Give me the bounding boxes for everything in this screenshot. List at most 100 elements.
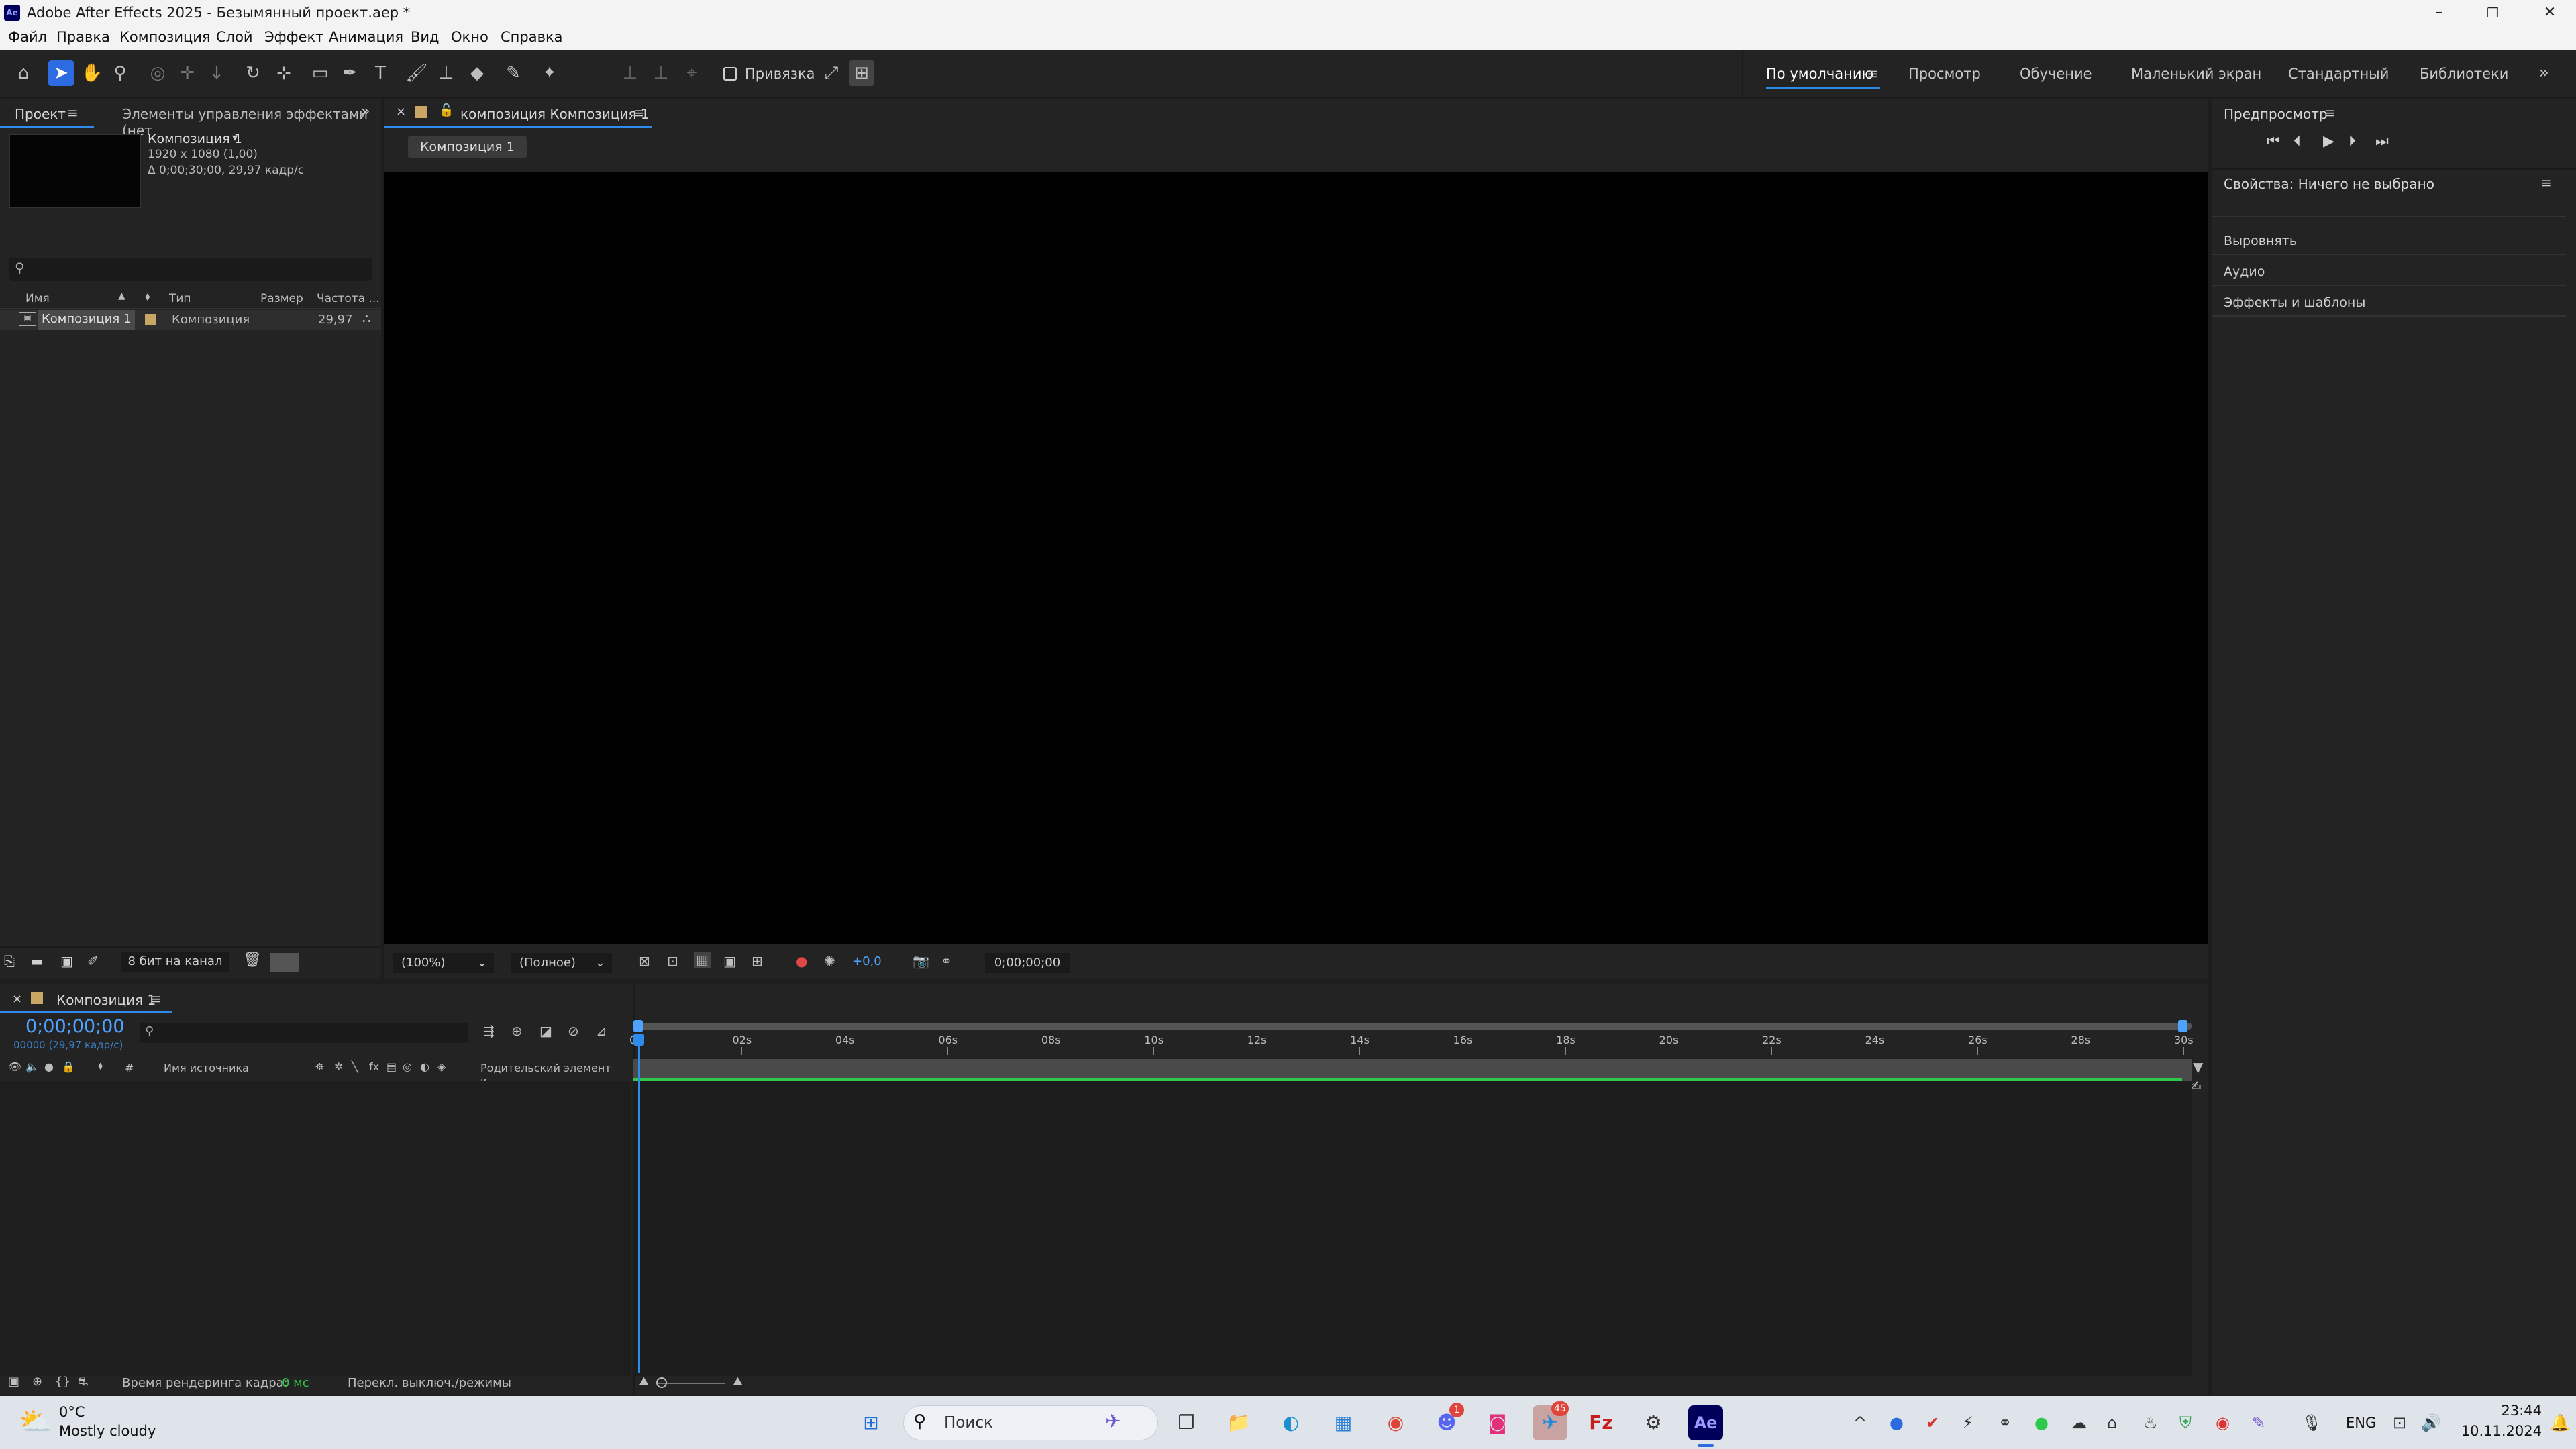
col-fps[interactable]: Частота ... xyxy=(317,292,380,305)
timeline-menu-icon[interactable]: ≡ xyxy=(150,991,162,1007)
close-icon[interactable]: ✕ xyxy=(2533,3,2567,23)
in-out-icon[interactable]: ⊕ xyxy=(32,1375,42,1389)
tray-overflow-icon[interactable]: ^ xyxy=(1853,1413,1867,1432)
3d-switch-icon[interactable]: ◈ xyxy=(437,1060,446,1073)
weather-desc[interactable]: Mostly cloudy xyxy=(59,1423,156,1439)
comp-tab-title[interactable]: композиция Композиция 1 xyxy=(460,106,650,122)
tab-project[interactable]: Проект xyxy=(15,106,66,122)
guides-icon[interactable]: ⊞ xyxy=(752,953,763,969)
close-tab-icon[interactable]: × xyxy=(12,992,22,1006)
axis-view-icon[interactable]: ⌖ xyxy=(679,60,705,86)
workspace-standard[interactable]: Стандартный xyxy=(2288,66,2389,82)
lock-icon[interactable]: 🔓 xyxy=(439,103,454,117)
label-col-icon[interactable]: ⬧ xyxy=(145,290,150,303)
start-icon[interactable]: ⊞ xyxy=(854,1405,888,1440)
workspace-default[interactable]: По умолчанию xyxy=(1766,66,1873,82)
tray-shield-icon[interactable]: ⛨ xyxy=(2179,1413,2192,1432)
workspace-review[interactable]: Просмотр xyxy=(1908,66,1981,82)
workspace-learn[interactable]: Обучение xyxy=(2020,66,2092,82)
tray-red-icon[interactable]: ◉ xyxy=(2216,1413,2230,1432)
show-snapshot-icon[interactable]: ⚭ xyxy=(941,953,952,969)
quality-switch-icon[interactable]: ╲ xyxy=(352,1060,358,1073)
tray-steam-icon[interactable]: ♨ xyxy=(2143,1413,2158,1432)
frame-blend-switch-icon[interactable]: ▤ xyxy=(387,1060,397,1073)
menu-view[interactable]: Вид xyxy=(411,29,440,45)
timeline-timecode[interactable]: 0;00;00;00 xyxy=(25,1016,125,1037)
rectangle-tool-icon[interactable]: ▭ xyxy=(307,60,333,86)
clock-time[interactable]: 23:44 xyxy=(2475,1403,2542,1419)
trash-icon[interactable]: 🗑 xyxy=(243,952,262,968)
stretch-icon[interactable]: {} xyxy=(55,1375,70,1389)
maximize-icon[interactable]: ❐ xyxy=(2476,3,2510,23)
menu-effect[interactable]: Эффект xyxy=(264,29,323,45)
sort-ascending-icon[interactable]: ▲ xyxy=(118,291,125,301)
zoom-dropdown[interactable]: (100%) ⌄ xyxy=(393,953,494,973)
mask-visibility-icon[interactable]: ▣ xyxy=(723,953,736,969)
transparency-grid-icon[interactable]: ⊡ xyxy=(667,953,678,969)
comp-menu-icon[interactable]: ≡ xyxy=(633,105,645,121)
hand-tool-icon[interactable]: ✋ xyxy=(79,60,105,86)
shy-switch-icon[interactable]: ⛯ xyxy=(315,1060,324,1074)
next-frame-icon[interactable]: ⏵ xyxy=(2349,133,2356,150)
taskbar-search[interactable]: ⚲ Поиск ✈ xyxy=(903,1405,1158,1440)
motion-blur-switch-icon[interactable]: ◎ xyxy=(403,1060,412,1073)
region-of-interest-icon[interactable]: ▦ xyxy=(694,952,711,968)
menu-animation[interactable]: Анимация xyxy=(329,29,403,45)
first-frame-icon[interactable]: ⏮ xyxy=(2267,133,2280,150)
comp-marker-icon[interactable]: ▼ xyxy=(2193,1059,2203,1075)
snap-checkbox[interactable] xyxy=(723,67,737,81)
axis-world-icon[interactable]: ⊥ xyxy=(648,60,674,86)
project-menu-icon[interactable]: ≡ xyxy=(67,105,79,121)
solo-icon[interactable]: ● xyxy=(44,1060,54,1073)
properties-menu-icon[interactable]: ≡ xyxy=(2540,174,2552,191)
row-label-color[interactable] xyxy=(145,314,156,325)
zoom-out-icon[interactable]: ⛰ xyxy=(639,1375,649,1389)
resolution-dropdown[interactable]: (Полное) ⌄ xyxy=(511,953,612,973)
task-view-icon[interactable]: ❐ xyxy=(1169,1405,1204,1440)
snapshot-icon[interactable]: 📷 xyxy=(913,953,929,969)
render-time-icon[interactable]: ▣ xyxy=(8,1375,19,1389)
weather-temp[interactable]: 0°C xyxy=(59,1404,85,1420)
anchor-tool-icon[interactable]: ⊹ xyxy=(271,60,297,86)
work-area-bar[interactable] xyxy=(633,1023,2192,1030)
camera-app-icon[interactable]: ◙ xyxy=(1480,1405,1515,1440)
visibility-icon[interactable]: 👁 xyxy=(8,1060,21,1073)
label-icon[interactable]: ⬧ xyxy=(98,1059,103,1072)
menu-help[interactable]: Справка xyxy=(501,29,563,45)
zoom-in-icon[interactable]: ⛰ xyxy=(733,1375,743,1389)
filezilla-icon[interactable]: Fz xyxy=(1584,1405,1618,1440)
col-size[interactable]: Размер xyxy=(260,292,303,305)
roto-brush-icon[interactable]: ✎ xyxy=(501,60,526,86)
exposure-reset-icon[interactable]: ✺ xyxy=(824,953,835,969)
row-name[interactable]: Композиция 1 xyxy=(38,310,136,330)
workspace-libraries[interactable]: Библиотеки xyxy=(2420,66,2508,82)
puppet-tool-icon[interactable]: ✦ xyxy=(537,60,562,86)
eraser-tool-icon[interactable]: ◆ xyxy=(464,60,490,86)
workspace-menu-icon[interactable]: ≡ xyxy=(1867,66,1879,82)
comp-button-icon[interactable]: ✍ xyxy=(2190,1078,2202,1094)
menu-layer[interactable]: Слой xyxy=(216,29,253,45)
adjust-icon[interactable]: ✐ xyxy=(87,953,99,969)
microphone-icon[interactable]: 🎙 xyxy=(2302,1413,2322,1432)
section-align[interactable]: Выровнять xyxy=(2224,234,2297,248)
tray-link-icon[interactable]: ⚭ xyxy=(1998,1413,2012,1432)
audio-icon[interactable]: 🔈 xyxy=(25,1060,39,1073)
stamp-tool-icon[interactable]: ⊥ xyxy=(433,60,459,86)
last-frame-icon[interactable]: ⏭ xyxy=(2375,133,2389,150)
chrome-icon[interactable]: ◉ xyxy=(1378,1405,1413,1440)
adjustment-switch-icon[interactable]: ◐ xyxy=(420,1060,429,1073)
weather-icon[interactable]: ⛅ xyxy=(19,1405,52,1437)
language-indicator[interactable]: ENG xyxy=(2346,1415,2376,1431)
channel-icon[interactable]: ● xyxy=(796,953,807,969)
layer-list[interactable] xyxy=(0,1081,631,1376)
tray-router-icon[interactable]: ⌂ xyxy=(2107,1413,2117,1432)
playhead[interactable] xyxy=(638,1038,640,1373)
menu-edit[interactable]: Правка xyxy=(56,29,110,45)
tray-app-icon[interactable]: ● xyxy=(1890,1413,1904,1432)
section-effects[interactable]: Эффекты и шаблоны xyxy=(2224,295,2365,310)
orbit-camera-icon[interactable]: ◎ xyxy=(145,60,170,86)
selection-tool-icon[interactable]: ➤ xyxy=(48,60,74,86)
bit-depth-button[interactable]: 8 бит на канал xyxy=(121,952,229,972)
viewer-timecode[interactable]: 0;00;00;00 xyxy=(985,953,1070,973)
timeline-tracks[interactable] xyxy=(633,1081,2192,1376)
